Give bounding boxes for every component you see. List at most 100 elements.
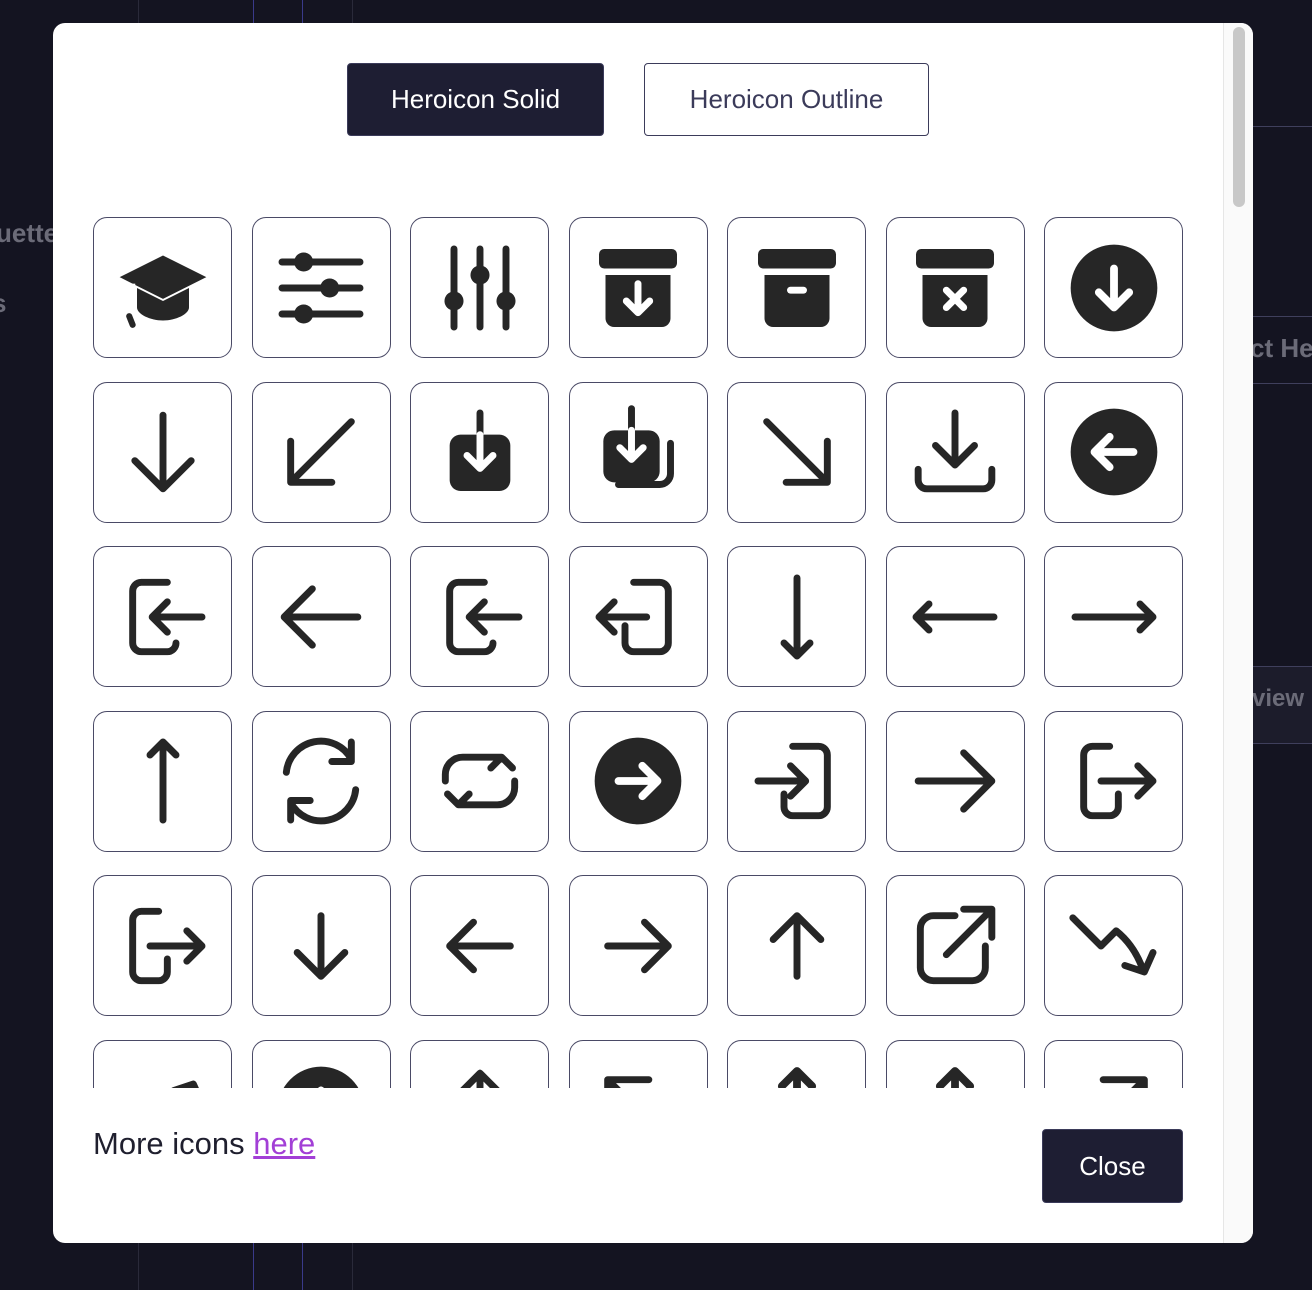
icon-option[interactable]	[727, 1039, 866, 1088]
icon-option[interactable]	[93, 1039, 232, 1088]
icon-option[interactable]	[410, 710, 549, 852]
icon-option[interactable]	[727, 381, 866, 523]
icon-option[interactable]	[885, 710, 1025, 852]
icon-option[interactable]	[1044, 217, 1183, 358]
arrow-down-circle-icon	[1070, 244, 1157, 331]
arrow-right-end-on-rectangle-icon	[754, 742, 831, 820]
arrow-down-on-square-icon	[449, 409, 510, 491]
icon-option[interactable]	[251, 381, 391, 523]
arrow-down-right-icon	[762, 418, 831, 486]
icon-option[interactable]	[93, 875, 232, 1016]
arrow-down-tray-icon	[914, 409, 996, 493]
more-icons-text: More icons here	[93, 1126, 315, 1162]
arrow-up-left-icon	[604, 1076, 653, 1088]
arrow-left-circle-icon	[1070, 408, 1157, 496]
adjustments-horizontal-icon	[278, 251, 364, 324]
arrow-left-on-rectangle-icon	[445, 578, 522, 655]
adjustments-vertical-icon	[443, 245, 516, 330]
icon-option[interactable]	[568, 217, 708, 358]
close-button[interactable]: Close	[1042, 1129, 1183, 1203]
arrow-up-circle-icon	[283, 1066, 359, 1088]
more-icons-prefix: More icons	[93, 1126, 254, 1161]
scrollbar-thumb[interactable]	[1233, 27, 1245, 207]
icon-option[interactable]	[568, 381, 708, 523]
arrow-trending-up-icon	[170, 1080, 199, 1088]
icon-option[interactable]	[727, 217, 866, 358]
arrow-left-icon	[280, 584, 362, 649]
arrow-down-icon	[130, 411, 195, 493]
tab-heroicon-solid[interactable]: Heroicon Solid	[347, 63, 604, 136]
archive-box-x-mark-icon	[916, 248, 994, 327]
tab-heroicon-outline[interactable]: Heroicon Outline	[644, 63, 929, 136]
icon-option[interactable]	[251, 546, 391, 687]
scrollbar[interactable]	[1223, 23, 1253, 1243]
arrow-long-up-icon	[146, 738, 179, 824]
arrow-trending-down-icon	[1068, 913, 1156, 975]
icon-grid	[93, 217, 1203, 1088]
icon-grid-viewport[interactable]	[93, 217, 1203, 1088]
icon-option[interactable]	[251, 875, 391, 1016]
arrow-top-right-on-square-icon	[916, 905, 996, 984]
arrow-long-right-icon	[1071, 600, 1156, 633]
icon-option[interactable]	[410, 381, 549, 523]
icon-option[interactable]	[410, 875, 549, 1016]
arrow-down-on-square-stack-icon	[603, 405, 674, 488]
icon-option[interactable]	[1044, 381, 1183, 523]
icon-option[interactable]	[410, 546, 549, 687]
arrow-left-start-on-rectangle-icon	[595, 578, 672, 655]
icon-option[interactable]	[410, 217, 549, 358]
icon-option[interactable]	[568, 875, 708, 1016]
icon-option[interactable]	[251, 710, 391, 852]
arrow-path-icon	[282, 737, 360, 825]
more-icons-link[interactable]: here	[253, 1126, 315, 1161]
archive-box-arrow-down-icon	[599, 248, 677, 327]
icon-option[interactable]	[568, 546, 708, 687]
icon-option[interactable]	[93, 381, 232, 523]
arrow-right-on-rectangle-icon	[1079, 742, 1156, 820]
arrow-right-circle-icon	[594, 737, 682, 825]
arrow-left-end-on-rectangle-icon	[128, 578, 205, 655]
icon-option[interactable]	[568, 710, 708, 852]
bg-panel	[1253, 28, 1312, 127]
arrow-right-icon	[914, 749, 996, 813]
icon-option[interactable]	[1044, 1039, 1183, 1088]
bg-label: uette	[0, 218, 59, 248]
bg-label: view	[1252, 685, 1305, 712]
bg-label: s	[0, 288, 6, 319]
arrow-long-left-icon	[912, 600, 998, 633]
arrow-small-right-icon	[604, 918, 672, 973]
arrow-down-left-icon	[287, 418, 355, 486]
icon-option[interactable]	[251, 217, 391, 358]
icon-option[interactable]	[885, 875, 1025, 1016]
arrow-small-up-icon	[769, 911, 824, 980]
icon-option[interactable]	[568, 1039, 708, 1088]
arrow-right-start-on-rectangle-icon	[128, 907, 205, 984]
arrow-up-right-icon	[1099, 1076, 1148, 1088]
academic-cap-icon	[119, 255, 206, 328]
icon-option[interactable]	[885, 217, 1025, 358]
arrow-up-on-square-icon	[777, 1067, 816, 1088]
icon-option[interactable]	[885, 546, 1025, 687]
arrow-up-on-square-stack-icon	[935, 1067, 975, 1088]
icon-option[interactable]	[1044, 546, 1183, 687]
icon-option[interactable]	[885, 1039, 1025, 1088]
icon-option[interactable]	[727, 546, 866, 687]
icon-option[interactable]	[93, 217, 232, 358]
arrow-path-rounded-square-icon	[441, 753, 518, 809]
icon-option[interactable]	[727, 875, 866, 1016]
icon-option[interactable]	[1044, 710, 1183, 852]
icon-option[interactable]	[727, 710, 866, 852]
arrow-long-down-icon	[780, 574, 813, 659]
archive-box-icon	[757, 248, 836, 327]
icon-picker-modal: Heroicon Solid Heroicon Outline More ico…	[53, 23, 1253, 1243]
bg-label: ct He	[1250, 333, 1312, 363]
icon-option[interactable]	[251, 1039, 391, 1088]
arrow-up-icon	[459, 1069, 500, 1088]
icon-option[interactable]	[410, 1039, 549, 1088]
icon-option[interactable]	[885, 381, 1025, 523]
arrow-small-down-icon	[293, 911, 349, 980]
icon-option[interactable]	[1044, 875, 1183, 1016]
arrow-small-left-icon	[445, 918, 514, 973]
icon-option[interactable]	[93, 710, 232, 852]
icon-option[interactable]	[93, 546, 232, 687]
